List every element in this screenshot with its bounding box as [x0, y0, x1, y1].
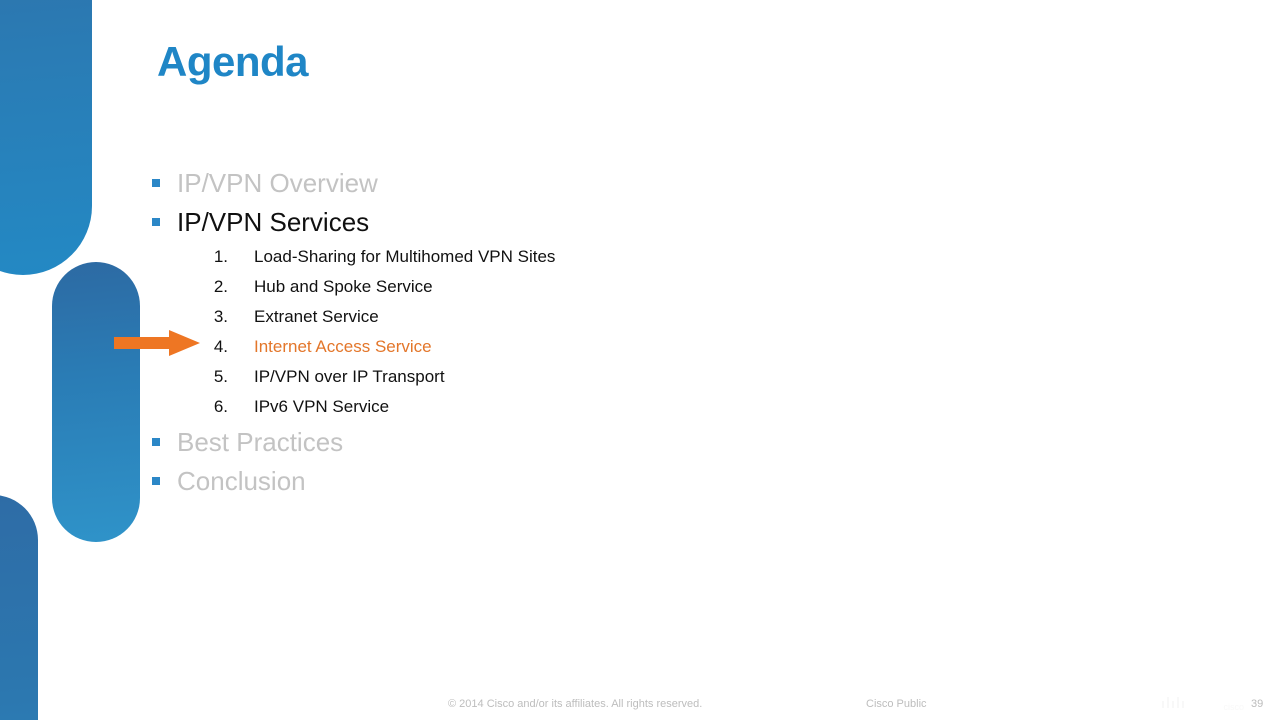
sub-item-label: Hub and Spoke Service — [254, 277, 433, 296]
sub-item-number: 3. — [213, 307, 228, 326]
square-bullet-icon — [152, 437, 160, 446]
sub-item-6[interactable]: 6. IPv6 VPN Service — [196, 392, 555, 422]
sub-item-number: 1. — [213, 247, 228, 266]
sub-item-label: IPv6 VPN Service — [254, 397, 390, 416]
sub-item-1[interactable]: 1. Load-Sharing for Multihomed VPN Sites — [196, 242, 556, 272]
sub-item-4-current[interactable]: 4. Internet Access Service — [196, 332, 555, 362]
agenda-item-ipvpn-services[interactable]: IP/VPN Services — [152, 202, 1052, 241]
arrow-right-icon — [114, 330, 200, 356]
agenda-item-label: Conclusion — [177, 465, 306, 496]
sub-item-label: Load-Sharing for Multihomed VPN Sites — [254, 247, 556, 266]
agenda-item-ipvpn-overview[interactable]: IP/VPN Overview — [152, 163, 1052, 202]
page-title: Agenda — [157, 38, 309, 85]
sub-item-2[interactable]: 2. Hub and Spoke Service — [196, 272, 555, 302]
agenda-item-label: Best Practices — [177, 426, 344, 457]
agenda-item-label: IP/VPN Services — [177, 206, 370, 237]
sub-item-label: Extranet Service — [254, 307, 379, 326]
agenda-item-label: IP/VPN Overview — [177, 167, 378, 198]
sub-item-number: 4. — [213, 337, 228, 356]
agenda-list-top: IP/VPN Overview IP/VPN Services — [152, 163, 1052, 241]
agenda-item-conclusion[interactable]: Conclusion — [152, 461, 1052, 500]
sub-item-number: 6. — [213, 397, 228, 416]
page-number: 39 — [1251, 698, 1264, 710]
footer-classification: Cisco Public — [866, 698, 927, 710]
sub-item-5[interactable]: 5. IP/VPN over IP Transport — [196, 362, 555, 392]
sub-item-number: 2. — [213, 277, 228, 296]
square-bullet-icon — [152, 217, 160, 226]
sub-agenda-list: 1. Load-Sharing for Multihomed VPN Sites… — [196, 242, 556, 422]
decorative-pill-bottom — [0, 495, 38, 720]
cisco-logo-watermark-icon: cisco — [1160, 696, 1244, 712]
sub-item-number: 5. — [213, 367, 228, 386]
agenda-item-best-practices[interactable]: Best Practices — [152, 422, 1052, 461]
square-bullet-icon — [152, 476, 160, 485]
slide-footer: © 2014 Cisco and/or its affiliates. All … — [0, 698, 1280, 720]
sub-item-3[interactable]: 3. Extranet Service — [196, 302, 555, 332]
footer-copyright: © 2014 Cisco and/or its affiliates. All … — [448, 698, 703, 710]
slide-canvas: Agenda IP/VPN Overview IP/VPN Services 1… — [0, 0, 1280, 720]
agenda-list-bottom: Best Practices Conclusion — [152, 422, 1052, 500]
decorative-pill-middle — [52, 262, 140, 542]
decorative-pill-top — [0, 0, 92, 275]
square-bullet-icon — [152, 178, 160, 187]
sub-item-label: Internet Access Service — [254, 337, 432, 356]
sub-item-label: IP/VPN over IP Transport — [254, 367, 445, 386]
